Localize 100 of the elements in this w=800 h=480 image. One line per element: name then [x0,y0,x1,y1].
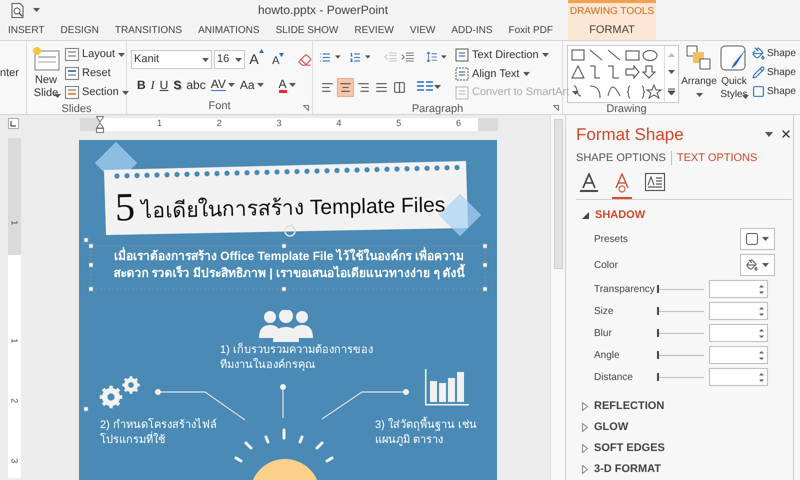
line-spacing-icon[interactable] [426,50,438,64]
spinner-icon[interactable] [759,350,764,360]
paragraph-command-button[interactable]: Align Text [455,66,580,82]
grow-font-button[interactable]: A [246,49,266,70]
tab-stop-icon[interactable] [8,118,19,129]
slide-command-button[interactable]: Layout [65,46,129,63]
expand-icon[interactable] [582,444,588,453]
text-fill-icon [580,172,598,193]
spinner-icon[interactable] [759,284,764,294]
quick-styles-button[interactable]: Quick Styles [719,45,749,101]
point-text: 3) ใส่วัตถุพื้นฐาน เช่น แผนภูมิ ตาราง [375,418,477,448]
group-label: Drawing [606,102,647,117]
spinner-icon[interactable] [759,372,764,382]
ribbon-tab[interactable]: Foxit PDF [500,22,561,38]
expand-gallery-icon[interactable] [668,88,675,96]
format-button[interactable]: A [278,76,296,94]
alignment-icon [393,80,406,94]
ribbon-tab[interactable]: DESIGN [52,22,107,38]
caret-icon [522,72,530,76]
format-button[interactable]: S [173,76,182,94]
ruler-number: 1 [8,338,20,344]
increase-indent-icon[interactable] [401,51,414,63]
caret-icon [118,52,126,56]
ribbon-tab[interactable]: FORMAT [589,20,635,40]
caret-icon [542,53,549,58]
ribbon-tab[interactable]: SLIDE SHOW [268,22,346,38]
shape-command-button[interactable]: Shape [752,45,796,62]
spin-field[interactable] [709,324,768,342]
slide-command-button[interactable]: Reset [65,65,129,82]
expand-icon[interactable] [582,465,588,474]
vertical-scrollbar[interactable] [550,115,565,480]
shape-command-button[interactable]: Shape [752,83,796,100]
font-name-field[interactable]: Kanit [131,50,212,69]
spinner-icon[interactable] [759,306,764,316]
ribbon-tab[interactable]: INSERT [0,22,52,38]
slider-track[interactable] [657,351,704,359]
pane-tab[interactable]: SHAPE OPTIONS [576,150,666,166]
ribbon-tab[interactable]: VIEW [402,22,444,38]
shrink-font-button[interactable]: A [268,52,288,70]
caret-icon [288,83,296,87]
format-button[interactable]: B [137,76,146,94]
bar-chart-icon [425,369,469,407]
ribbon-tab[interactable]: ADD-INS [443,22,500,38]
pane-icon-tab[interactable] [612,172,632,199]
format-button[interactable]: Aa [240,76,264,94]
slider-track[interactable] [657,329,704,337]
caret-icon [33,8,40,12]
format-button[interactable]: AV [210,76,235,94]
caret-icon [696,93,702,97]
section-header[interactable]: REFLECTION [594,398,664,415]
shape-command-button[interactable]: Shape [752,64,796,81]
collapse-icon[interactable] [582,212,589,219]
pane-tab[interactable]: TEXT OPTIONS [676,150,758,166]
format-button[interactable]: U [160,76,168,94]
arrange-button[interactable]: Arrange [682,45,716,101]
text-box-icon [645,172,665,191]
slider-track[interactable] [657,373,704,381]
spin-field[interactable] [709,302,768,320]
ribbon-tab[interactable]: REVIEW [346,22,402,38]
shadow-preset-icon [746,233,758,245]
section-header[interactable]: SOFT EDGES [594,440,665,457]
section-header[interactable]: 3-D FORMAT [594,461,662,478]
alignment-icon [357,80,370,94]
new-slide-button[interactable]: New Slide [31,46,61,101]
square-icon [752,85,765,98]
format-button[interactable]: I [150,76,155,94]
ribbon-tab[interactable]: ANIMATIONS [190,22,268,38]
spin-field[interactable] [709,280,768,298]
slider-track[interactable] [657,285,704,293]
expand-icon[interactable] [582,402,588,411]
ruler-number: 2 [216,117,222,130]
columns-icon[interactable] [417,81,433,93]
ribbon-tab[interactable]: TRANSITIONS [106,22,190,38]
text-layout-icon [455,86,469,100]
spin-field[interactable] [709,346,768,364]
slider-track[interactable] [657,307,704,315]
section-header[interactable]: GLOW [594,419,628,436]
dialog-launcher-icon[interactable] [553,105,559,111]
close-icon[interactable] [780,128,792,140]
expand-icon[interactable] [582,423,588,432]
caret-icon [122,90,129,94]
clear-formatting-icon[interactable] [298,52,312,66]
rotation-handle-icon[interactable] [284,224,296,237]
spin-field[interactable] [709,368,768,386]
dialog-launcher-icon[interactable] [303,105,309,111]
pane-menu-icon[interactable] [765,132,773,137]
format-button[interactable]: abc [186,76,206,94]
slide-command-button[interactable]: Section [65,84,129,101]
paragraph-command-button[interactable]: Text Direction [455,47,580,64]
print-preview-icon[interactable] [11,2,25,18]
spinner-icon[interactable] [759,328,764,338]
alignment-icon [321,80,334,94]
down-triangle-icon [279,52,284,57]
color-dropdown[interactable] [740,254,775,276]
group-label: Paragraph [412,102,464,117]
section-header[interactable]: SHADOW [595,207,646,224]
indent-marker-icon[interactable] [96,116,104,133]
align-button[interactable] [337,78,354,96]
presets-dropdown[interactable] [740,228,775,250]
font-size-field[interactable]: 16 [214,50,245,69]
